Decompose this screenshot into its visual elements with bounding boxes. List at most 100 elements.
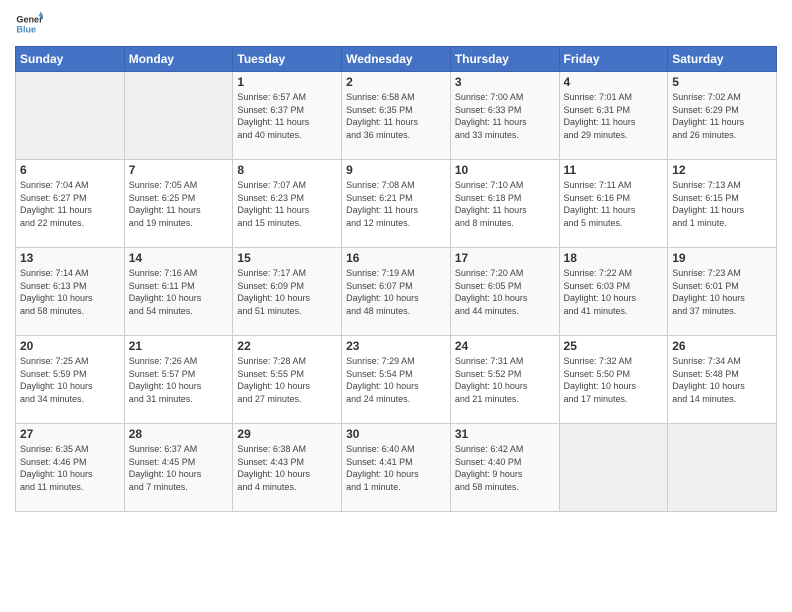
calendar-cell: [559, 424, 668, 512]
day-info: Sunrise: 6:37 AM Sunset: 4:45 PM Dayligh…: [129, 443, 229, 493]
day-number: 24: [455, 339, 555, 353]
day-number: 29: [237, 427, 337, 441]
day-info: Sunrise: 7:29 AM Sunset: 5:54 PM Dayligh…: [346, 355, 446, 405]
header-row: SundayMondayTuesdayWednesdayThursdayFrid…: [16, 47, 777, 72]
day-number: 20: [20, 339, 120, 353]
day-number: 16: [346, 251, 446, 265]
calendar-cell: 25 Sunrise: 7:32 AM Sunset: 5:50 PM Dayli…: [559, 336, 668, 424]
day-number: 22: [237, 339, 337, 353]
calendar-cell: 17 Sunrise: 7:20 AM Sunset: 6:05 PM Dayli…: [450, 248, 559, 336]
calendar-cell: 7 Sunrise: 7:05 AM Sunset: 6:25 PM Daylig…: [124, 160, 233, 248]
day-number: 8: [237, 163, 337, 177]
day-number: 23: [346, 339, 446, 353]
day-info: Sunrise: 7:05 AM Sunset: 6:25 PM Dayligh…: [129, 179, 229, 229]
calendar-cell: 13 Sunrise: 7:14 AM Sunset: 6:13 PM Dayli…: [16, 248, 125, 336]
day-number: 15: [237, 251, 337, 265]
calendar-cell: [668, 424, 777, 512]
day-info: Sunrise: 6:58 AM Sunset: 6:35 PM Dayligh…: [346, 91, 446, 141]
day-number: 6: [20, 163, 120, 177]
calendar-cell: 16Sunrise: 7:19 AM Sunset: 6:07 PM Dayli…: [342, 248, 451, 336]
day-info: Sunrise: 7:00 AM Sunset: 6:33 PM Dayligh…: [455, 91, 555, 141]
day-info: Sunrise: 6:38 AM Sunset: 4:43 PM Dayligh…: [237, 443, 337, 493]
calendar-cell: 10 Sunrise: 7:10 AM Sunset: 6:18 PM Dayli…: [450, 160, 559, 248]
day-header: Friday: [559, 47, 668, 72]
calendar-cell: 11Sunrise: 7:11 AM Sunset: 6:16 PM Dayli…: [559, 160, 668, 248]
day-number: 4: [564, 75, 664, 89]
day-info: Sunrise: 7:16 AM Sunset: 6:11 PM Dayligh…: [129, 267, 229, 317]
calendar-cell: 26Sunrise: 7:34 AM Sunset: 5:48 PM Dayli…: [668, 336, 777, 424]
day-info: Sunrise: 7:04 AM Sunset: 6:27 PM Dayligh…: [20, 179, 120, 229]
day-info: Sunrise: 7:23 AM Sunset: 6:01 PM Dayligh…: [672, 267, 772, 317]
calendar-cell: 1 Sunrise: 6:57 AM Sunset: 6:37 PM Daylig…: [233, 72, 342, 160]
day-number: 5: [672, 75, 772, 89]
day-info: Sunrise: 7:11 AM Sunset: 6:16 PM Dayligh…: [564, 179, 664, 229]
day-number: 9: [346, 163, 446, 177]
calendar-cell: 4 Sunrise: 7:01 AM Sunset: 6:31 PM Daylig…: [559, 72, 668, 160]
calendar-cell: 15 Sunrise: 7:17 AM Sunset: 6:09 PM Dayli…: [233, 248, 342, 336]
calendar-cell: 6 Sunrise: 7:04 AM Sunset: 6:27 PM Daylig…: [16, 160, 125, 248]
day-number: 28: [129, 427, 229, 441]
calendar-week-row: 13 Sunrise: 7:14 AM Sunset: 6:13 PM Dayli…: [16, 248, 777, 336]
calendar-cell: 3Sunrise: 7:00 AM Sunset: 6:33 PM Daylig…: [450, 72, 559, 160]
calendar-cell: 18 Sunrise: 7:22 AM Sunset: 6:03 PM Dayli…: [559, 248, 668, 336]
calendar-cell: 21Sunrise: 7:26 AM Sunset: 5:57 PM Dayli…: [124, 336, 233, 424]
calendar-cell: 23 Sunrise: 7:29 AM Sunset: 5:54 PM Dayli…: [342, 336, 451, 424]
calendar-cell: 22 Sunrise: 7:28 AM Sunset: 5:55 PM Dayli…: [233, 336, 342, 424]
logo-icon: General Blue: [15, 10, 43, 38]
day-info: Sunrise: 7:17 AM Sunset: 6:09 PM Dayligh…: [237, 267, 337, 317]
day-number: 27: [20, 427, 120, 441]
day-info: Sunrise: 7:01 AM Sunset: 6:31 PM Dayligh…: [564, 91, 664, 141]
day-info: Sunrise: 7:07 AM Sunset: 6:23 PM Dayligh…: [237, 179, 337, 229]
day-info: Sunrise: 6:42 AM Sunset: 4:40 PM Dayligh…: [455, 443, 555, 493]
day-info: Sunrise: 7:13 AM Sunset: 6:15 PM Dayligh…: [672, 179, 772, 229]
day-info: Sunrise: 7:28 AM Sunset: 5:55 PM Dayligh…: [237, 355, 337, 405]
calendar-table: SundayMondayTuesdayWednesdayThursdayFrid…: [15, 46, 777, 512]
calendar-week-row: 27 Sunrise: 6:35 AM Sunset: 4:46 PM Dayli…: [16, 424, 777, 512]
day-info: Sunrise: 7:31 AM Sunset: 5:52 PM Dayligh…: [455, 355, 555, 405]
day-header: Tuesday: [233, 47, 342, 72]
day-number: 13: [20, 251, 120, 265]
svg-text:General: General: [16, 15, 43, 25]
day-number: 21: [129, 339, 229, 353]
calendar-cell: 5 Sunrise: 7:02 AM Sunset: 6:29 PM Daylig…: [668, 72, 777, 160]
calendar-cell: 28 Sunrise: 6:37 AM Sunset: 4:45 PM Dayli…: [124, 424, 233, 512]
calendar-cell: 24 Sunrise: 7:31 AM Sunset: 5:52 PM Dayli…: [450, 336, 559, 424]
calendar-cell: 31Sunrise: 6:42 AM Sunset: 4:40 PM Dayli…: [450, 424, 559, 512]
calendar-cell: 14 Sunrise: 7:16 AM Sunset: 6:11 PM Dayli…: [124, 248, 233, 336]
day-header: Sunday: [16, 47, 125, 72]
calendar-cell: 30Sunrise: 6:40 AM Sunset: 4:41 PM Dayli…: [342, 424, 451, 512]
day-number: 14: [129, 251, 229, 265]
day-header: Thursday: [450, 47, 559, 72]
day-info: Sunrise: 7:22 AM Sunset: 6:03 PM Dayligh…: [564, 267, 664, 317]
day-info: Sunrise: 7:10 AM Sunset: 6:18 PM Dayligh…: [455, 179, 555, 229]
calendar-cell: 8 Sunrise: 7:07 AM Sunset: 6:23 PM Daylig…: [233, 160, 342, 248]
day-info: Sunrise: 7:32 AM Sunset: 5:50 PM Dayligh…: [564, 355, 664, 405]
calendar-week-row: 6 Sunrise: 7:04 AM Sunset: 6:27 PM Daylig…: [16, 160, 777, 248]
day-info: Sunrise: 7:14 AM Sunset: 6:13 PM Dayligh…: [20, 267, 120, 317]
day-number: 30: [346, 427, 446, 441]
day-header: Monday: [124, 47, 233, 72]
day-info: Sunrise: 6:57 AM Sunset: 6:37 PM Dayligh…: [237, 91, 337, 141]
day-info: Sunrise: 7:08 AM Sunset: 6:21 PM Dayligh…: [346, 179, 446, 229]
day-header: Saturday: [668, 47, 777, 72]
day-number: 10: [455, 163, 555, 177]
day-number: 7: [129, 163, 229, 177]
svg-text:Blue: Blue: [16, 24, 36, 34]
day-number: 18: [564, 251, 664, 265]
day-info: Sunrise: 7:20 AM Sunset: 6:05 PM Dayligh…: [455, 267, 555, 317]
day-info: Sunrise: 6:35 AM Sunset: 4:46 PM Dayligh…: [20, 443, 120, 493]
calendar-cell: 9 Sunrise: 7:08 AM Sunset: 6:21 PM Daylig…: [342, 160, 451, 248]
calendar-cell: 2 Sunrise: 6:58 AM Sunset: 6:35 PM Daylig…: [342, 72, 451, 160]
page: General Blue SundayMondayTuesdayWednesda…: [0, 0, 792, 612]
calendar-cell: 19Sunrise: 7:23 AM Sunset: 6:01 PM Dayli…: [668, 248, 777, 336]
logo: General Blue: [15, 10, 43, 38]
day-number: 1: [237, 75, 337, 89]
calendar-cell: 12Sunrise: 7:13 AM Sunset: 6:15 PM Dayli…: [668, 160, 777, 248]
day-number: 25: [564, 339, 664, 353]
calendar-cell: 20Sunrise: 7:25 AM Sunset: 5:59 PM Dayli…: [16, 336, 125, 424]
day-number: 2: [346, 75, 446, 89]
calendar-cell: [124, 72, 233, 160]
day-info: Sunrise: 7:02 AM Sunset: 6:29 PM Dayligh…: [672, 91, 772, 141]
calendar-cell: 27 Sunrise: 6:35 AM Sunset: 4:46 PM Dayli…: [16, 424, 125, 512]
day-number: 17: [455, 251, 555, 265]
